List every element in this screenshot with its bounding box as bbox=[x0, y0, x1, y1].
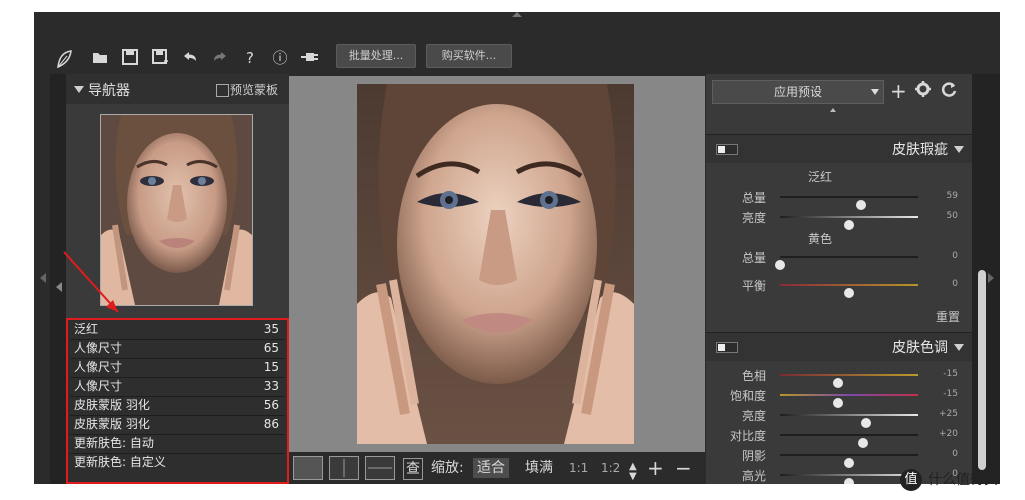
watermark-logo: 值 bbox=[900, 469, 922, 491]
annotation-arrow bbox=[63, 251, 119, 313]
watermark-text: 什么值得买 bbox=[928, 472, 998, 488]
